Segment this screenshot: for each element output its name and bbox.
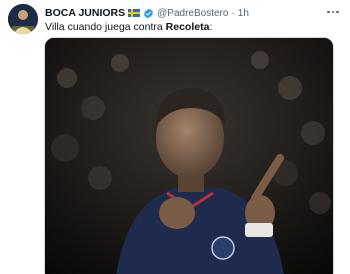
tweet-text-bold: Recoleta bbox=[165, 21, 210, 33]
sweden-flag-icon bbox=[128, 9, 141, 17]
author-handle[interactable]: @PadreBostero bbox=[157, 8, 228, 19]
avatar[interactable] bbox=[8, 4, 38, 34]
tweet-media-video[interactable] bbox=[44, 37, 334, 274]
tweet-text: Villa cuando juega contra Recoleta: bbox=[45, 21, 212, 33]
verified-badge-icon bbox=[143, 8, 154, 19]
timestamp[interactable]: 1h bbox=[238, 8, 249, 19]
video-frame-image bbox=[45, 38, 333, 274]
tweet-text-suffix: : bbox=[209, 21, 213, 33]
separator-dot: · bbox=[231, 7, 235, 19]
tweet-text-prefix: Villa cuando juega contra bbox=[45, 21, 166, 33]
author-name[interactable]: BOCA JUNIORS bbox=[45, 7, 125, 19]
tweet[interactable]: BOCA JUNIORS @PadreBostero · 1h Villa cu… bbox=[0, 0, 350, 274]
tweet-header: BOCA JUNIORS @PadreBostero · 1h bbox=[45, 5, 345, 21]
more-options-icon[interactable] bbox=[324, 6, 342, 18]
